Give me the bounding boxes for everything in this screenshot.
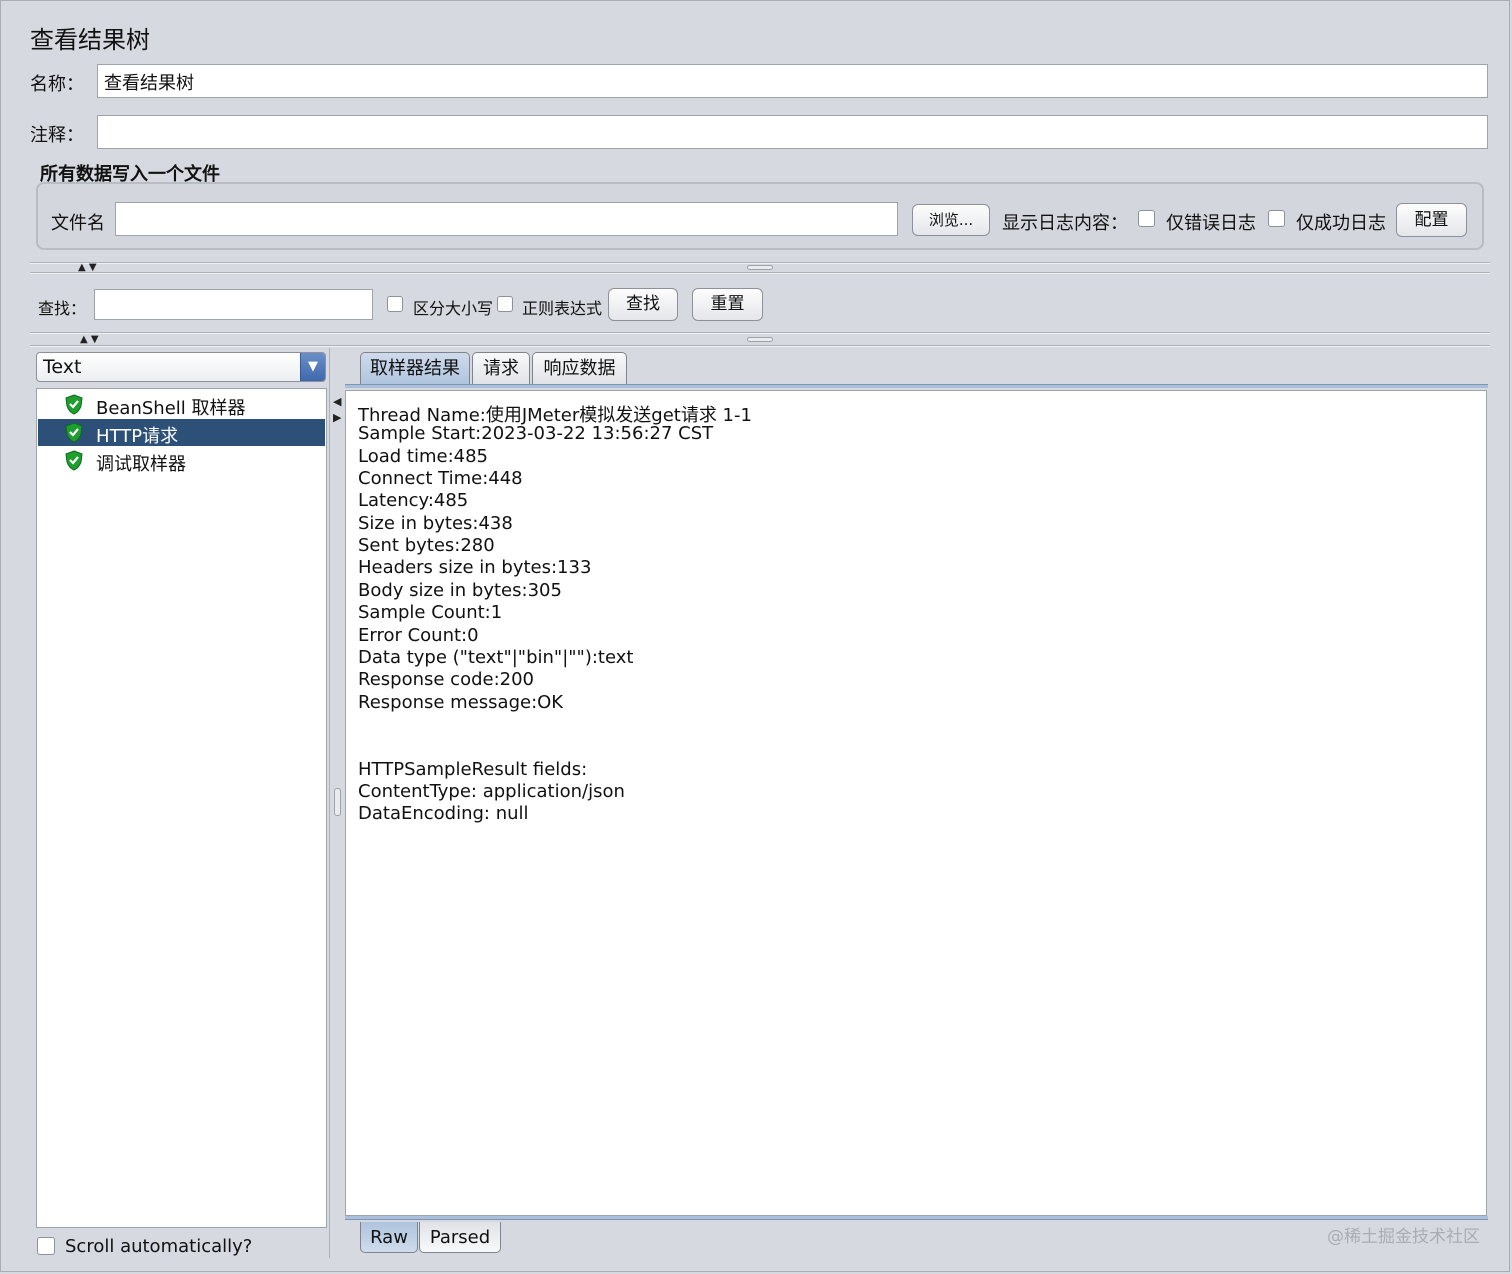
case-sensitive-label: 区分大小写 bbox=[413, 295, 493, 319]
scroll-automatically-label: Scroll automatically? bbox=[65, 1236, 252, 1257]
tree-item-label: HTTP请求 bbox=[96, 422, 178, 448]
result-line: Sample Count:1 bbox=[358, 602, 502, 623]
filename-label: 文件名 bbox=[51, 209, 105, 235]
filename-field[interactable] bbox=[115, 202, 898, 236]
result-content[interactable]: Thread Name:使用JMeter模拟发送get请求 1-1Sample … bbox=[345, 390, 1487, 1216]
vertical-splitter[interactable]: ◀▶ bbox=[329, 348, 343, 1258]
tab-raw[interactable]: Raw bbox=[360, 1222, 418, 1253]
shield-check-icon bbox=[64, 422, 84, 443]
tab-response-data[interactable]: 响应数据 bbox=[532, 352, 627, 385]
page-title: 查看结果树 bbox=[30, 20, 150, 55]
result-line: Response message:OK bbox=[358, 692, 563, 713]
name-label: 名称： bbox=[30, 70, 84, 96]
renderer-select-value: Text bbox=[43, 356, 81, 378]
scroll-automatically-checkbox[interactable] bbox=[37, 1237, 55, 1255]
splitter-grip-icon-2[interactable] bbox=[747, 337, 773, 342]
result-line: Body size in bytes:305 bbox=[358, 580, 562, 601]
result-line: Headers size in bytes:133 bbox=[358, 557, 591, 578]
success-only-label: 仅成功日志 bbox=[1296, 209, 1386, 235]
tree-item-label: BeanShell 取样器 bbox=[96, 394, 246, 420]
tree-item-beanshell[interactable]: BeanShell 取样器 bbox=[38, 391, 325, 418]
bottom-tab-line bbox=[345, 1216, 1488, 1220]
result-line: Size in bytes:438 bbox=[358, 513, 513, 534]
splitter-grip-icon[interactable] bbox=[747, 265, 773, 270]
tree-item-label: 调试取样器 bbox=[96, 450, 186, 476]
reset-button[interactable]: 重置 bbox=[692, 288, 763, 321]
errors-only-checkbox[interactable] bbox=[1138, 210, 1155, 227]
name-field[interactable]: 查看结果树 bbox=[97, 64, 1488, 98]
find-button[interactable]: 查找 bbox=[608, 288, 678, 321]
tab-parsed[interactable]: Parsed bbox=[419, 1222, 501, 1253]
result-line: Sample Start:2023-03-22 13:56:27 CST bbox=[358, 423, 713, 444]
result-line: Error Count:0 bbox=[358, 625, 479, 646]
regex-label: 正则表达式 bbox=[522, 295, 602, 319]
splitter-top[interactable] bbox=[30, 262, 1490, 264]
collapse-arrows-icon-2[interactable]: ▲ ▼ bbox=[80, 334, 99, 345]
sample-tree: BeanShell 取样器 HTTP请求 调试取样器 bbox=[36, 388, 327, 1228]
result-line: ContentType: application/json bbox=[358, 781, 625, 802]
comment-field[interactable] bbox=[97, 115, 1488, 149]
chevron-down-icon[interactable]: ▼ bbox=[300, 353, 325, 381]
result-line: Response code:200 bbox=[358, 669, 534, 690]
tree-item-debug[interactable]: 调试取样器 bbox=[38, 447, 325, 474]
result-line: HTTPSampleResult fields: bbox=[358, 759, 587, 780]
tab-underline bbox=[345, 384, 1488, 388]
watermark: @稀土掘金技术社区 bbox=[1327, 1222, 1480, 1247]
splitter-middle[interactable] bbox=[30, 332, 1490, 334]
result-line: Load time:485 bbox=[358, 446, 488, 467]
regex-checkbox[interactable] bbox=[497, 296, 513, 312]
shield-check-icon bbox=[64, 450, 84, 471]
tree-item-http[interactable]: HTTP请求 bbox=[38, 419, 325, 446]
search-label: 查找： bbox=[38, 295, 86, 319]
success-only-checkbox[interactable] bbox=[1268, 210, 1285, 227]
splitter-top-edge bbox=[30, 272, 1490, 274]
tab-request[interactable]: 请求 bbox=[472, 352, 530, 385]
log-content-label: 显示日志内容： bbox=[1002, 209, 1128, 235]
result-line: Data type ("text"|"bin"|""):text bbox=[358, 647, 633, 668]
tab-sampler-result[interactable]: 取样器结果 bbox=[360, 352, 470, 385]
expand-arrows-icon[interactable]: ◀▶ bbox=[333, 394, 341, 426]
splitter-middle-edge bbox=[30, 345, 1490, 347]
search-input[interactable] bbox=[94, 289, 373, 320]
renderer-select[interactable]: Text ▼ bbox=[36, 352, 326, 382]
comment-label: 注释： bbox=[30, 121, 84, 147]
collapse-arrows-icon[interactable]: ▲ ▼ bbox=[78, 262, 97, 273]
result-line: Connect Time:448 bbox=[358, 468, 523, 489]
browse-button[interactable]: 浏览... bbox=[912, 204, 990, 236]
vertical-grip-icon[interactable] bbox=[334, 788, 341, 816]
config-button[interactable]: 配置 bbox=[1396, 203, 1467, 237]
case-sensitive-checkbox[interactable] bbox=[387, 296, 403, 312]
result-line: Sent bytes:280 bbox=[358, 535, 495, 556]
result-line: DataEncoding: null bbox=[358, 803, 529, 824]
errors-only-label: 仅错误日志 bbox=[1166, 209, 1256, 235]
shield-check-icon bbox=[64, 394, 84, 415]
result-line: Latency:485 bbox=[358, 490, 468, 511]
